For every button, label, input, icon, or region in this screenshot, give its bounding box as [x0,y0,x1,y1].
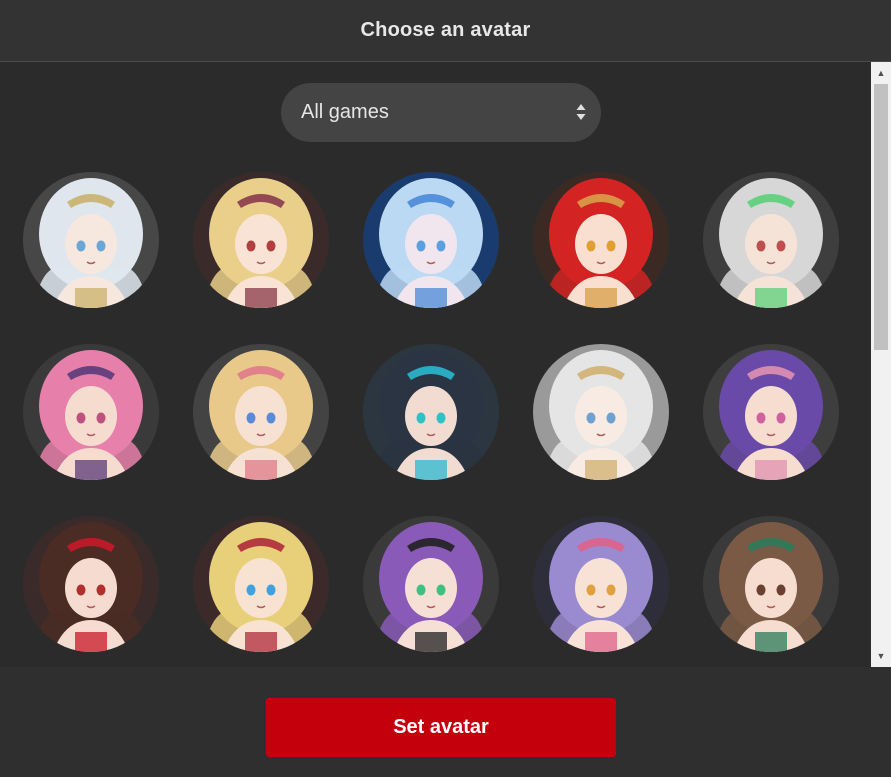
avatar-portrait-icon [193,516,329,652]
scroll-down-arrow-icon[interactable]: ▼ [871,647,891,665]
avatar-portrait-icon [533,516,669,652]
avatar-portrait-icon [533,344,669,480]
avatar-grid [0,62,871,667]
avatar-portrait-icon [533,172,669,308]
avatar-portrait-icon [23,516,159,652]
avatar-portrait-icon [363,344,499,480]
scrollbar-thumb[interactable] [874,84,888,350]
avatar-lavender-bunny[interactable] [533,516,669,652]
avatar-portrait-icon [193,344,329,480]
dialog-footer: Set avatar [0,667,891,777]
vertical-scrollbar[interactable]: ▲ ▼ [871,62,891,667]
avatar-white-hair-crown[interactable] [23,172,159,308]
avatar-portrait-icon [23,172,159,308]
avatar-portrait-icon [363,516,499,652]
avatar-purple-hair-maid[interactable] [703,344,839,480]
avatar-portrait-icon [363,172,499,308]
avatar-portrait-icon [703,172,839,308]
dialog-header: Choose an avatar [0,0,891,62]
avatar-violet-long-hair[interactable] [363,516,499,652]
avatar-portrait-icon [23,344,159,480]
avatar-red-hair-horns[interactable] [533,172,669,308]
avatar-list-area: All games [0,62,871,667]
avatar-brunette-red-bow[interactable] [23,516,159,652]
avatar-blonde-flower[interactable] [193,344,329,480]
avatar-silver-hair-horn[interactable] [703,172,839,308]
scroll-up-arrow-icon[interactable]: ▲ [871,64,891,82]
game-filter-select[interactable]: All games [281,83,601,142]
avatar-blonde-rose-crown[interactable] [193,172,329,308]
avatar-dialog: Choose an avatar All games ▲ ▼ Set avata… [0,0,891,777]
avatar-portrait-icon [703,516,839,652]
select-arrows-icon [575,100,587,124]
avatar-ice-blue-hair[interactable] [363,172,499,308]
avatar-silver-veil[interactable] [533,344,669,480]
avatar-brown-hair-cap[interactable] [703,516,839,652]
game-filter-value: All games [301,101,389,123]
avatar-portrait-icon [193,172,329,308]
dialog-title: Choose an avatar [360,19,531,41]
avatar-portrait-icon [703,344,839,480]
avatar-blonde-blue-eyes[interactable] [193,516,329,652]
avatar-pink-twintails[interactable] [23,344,159,480]
avatar-dark-hair-teal[interactable] [363,344,499,480]
set-avatar-button[interactable]: Set avatar [266,698,616,757]
